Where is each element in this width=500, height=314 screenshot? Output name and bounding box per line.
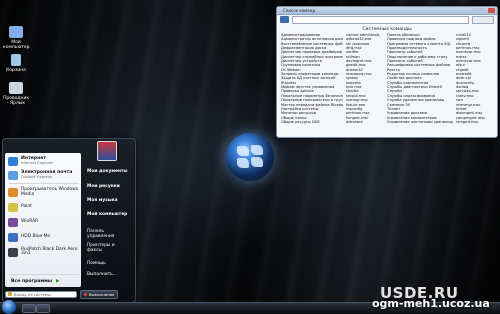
command-name: Управление жестяными хранилищами xyxy=(387,119,453,124)
desktop-icon-label: Мой компьютер xyxy=(3,40,30,50)
desktop-icon-explorer[interactable]: Проводник - Ярлык xyxy=(3,82,29,106)
recent-winrar[interactable]: WinRAR xyxy=(8,216,80,228)
pinned-internet[interactable]: Интернет Internet Explorer xyxy=(8,155,80,167)
run-button[interactable] xyxy=(472,15,494,24)
minimize-button[interactable] xyxy=(471,8,478,13)
place-my-pictures[interactable]: Мои рисунки xyxy=(87,184,120,189)
desktop-icon-label: Проводник - Ярлык xyxy=(3,96,30,106)
command-input[interactable] xyxy=(292,15,469,24)
command-value: rsmgmt.msc xyxy=(456,119,479,124)
all-programs-button[interactable]: Все программы ▶ xyxy=(8,277,83,285)
winrar-icon xyxy=(8,217,18,227)
media-player-icon xyxy=(8,187,18,197)
desktop-icon-label: Корзина xyxy=(6,68,26,73)
command-bar xyxy=(277,15,497,24)
logoff-button[interactable]: Выход из системы xyxy=(5,290,77,298)
logoff-icon xyxy=(8,292,12,296)
computer-icon xyxy=(9,26,23,38)
desktop-icon-recycle-bin[interactable]: Корзина xyxy=(3,54,29,73)
recent-hdd-blue[interactable]: HDD Blue Me xyxy=(8,231,80,243)
commands-window[interactable]: Список команд Системные команды Админист… xyxy=(276,6,498,138)
folder-shortcut-icon xyxy=(9,82,23,94)
shutdown-label: Выключение xyxy=(89,291,115,297)
window-title: Список команд xyxy=(283,8,316,13)
recycle-bin-icon xyxy=(11,54,21,66)
start-menu-footer: Выход из системы Выключение xyxy=(5,289,133,299)
power-icon xyxy=(84,292,87,296)
command-names-col-2: Панель оболочки Проверка подписи файла Про… xyxy=(387,33,453,124)
shutdown-button[interactable]: Выключение xyxy=(80,289,119,299)
command-value: ddeshare xyxy=(346,119,363,124)
recent-ruspatch[interactable]: RusPatch Black Dark Aero 3in1 xyxy=(8,246,80,258)
separator xyxy=(9,274,79,275)
command-values-col-1: control admintools odbcad32.exe sfc /scann… xyxy=(346,33,384,124)
item-title: RusPatch Black Dark Aero 3in1 xyxy=(21,247,78,256)
commands-table: Администрирование Администратор источнико… xyxy=(277,33,497,124)
place-help[interactable]: Помощь xyxy=(87,261,106,266)
item-title: HDD Blue Me xyxy=(21,234,51,239)
item-subtitle: Internet Explorer xyxy=(21,160,54,166)
watermark-ucoz: ogm-meh1.ucoz.ua xyxy=(372,297,490,310)
app-icon xyxy=(280,16,289,23)
logoff-label: Выход из системы xyxy=(14,291,51,297)
item-subtitle: Outlook Express xyxy=(21,174,52,180)
place-my-music[interactable]: Моя музыка xyxy=(87,198,118,203)
item-title: Проигрыватель Windows Media xyxy=(21,187,79,197)
internet-explorer-icon xyxy=(8,156,18,166)
place-my-documents[interactable]: Мои документы xyxy=(87,169,128,174)
command-name: Локальные пользователи и группы xyxy=(281,98,343,103)
hdd-icon xyxy=(8,232,18,242)
all-programs-label: Все программы xyxy=(11,278,53,284)
start-menu-places: Мои документы Мои рисунки Моя музыка Мой… xyxy=(85,153,133,287)
recent-paint[interactable]: Paint xyxy=(8,201,80,213)
place-run[interactable]: Выполнить... xyxy=(87,272,117,277)
arrow-right-icon: ▶ xyxy=(56,278,60,284)
item-title: WinRAR xyxy=(21,219,39,224)
start-menu: Интернет Internet Explorer Электронная по… xyxy=(2,138,136,303)
windows-flag-icon xyxy=(236,145,264,169)
pinned-email[interactable]: Электронная почта Outlook Express xyxy=(8,169,80,181)
item-title: Paint xyxy=(21,204,32,209)
ruspatch-icon xyxy=(8,247,18,257)
desktop-icon-computer[interactable]: Мой компьютер xyxy=(3,26,30,50)
outlook-express-icon xyxy=(8,170,18,180)
maximize-button[interactable] xyxy=(479,8,486,13)
place-printers-faxes[interactable]: Принтеры и факсы xyxy=(87,243,115,253)
place-my-computer[interactable]: Мой компьютер xyxy=(87,212,127,217)
place-control-panel[interactable]: Панель управления xyxy=(87,229,115,239)
close-button[interactable] xyxy=(488,8,495,13)
paint-icon xyxy=(8,202,18,212)
command-names-col-1: Администрирование Администратор источнико… xyxy=(281,33,343,124)
command-values-col-2: rundll32 sigverif cliconfg perfmon.msc event… xyxy=(456,33,492,124)
command-name: Общие ресурсы DDE xyxy=(281,119,320,124)
recent-media-player[interactable]: Проигрыватель Windows Media xyxy=(8,186,80,198)
start-menu-programs: Интернет Internet Explorer Электронная по… xyxy=(5,153,81,287)
separator xyxy=(9,183,79,184)
command-name: Служба удаленных хранилищ xyxy=(387,98,445,103)
commands-heading: Системные команды xyxy=(362,27,412,32)
windows-logo-orb xyxy=(226,133,274,181)
window-titlebar[interactable]: Список команд xyxy=(277,7,497,15)
